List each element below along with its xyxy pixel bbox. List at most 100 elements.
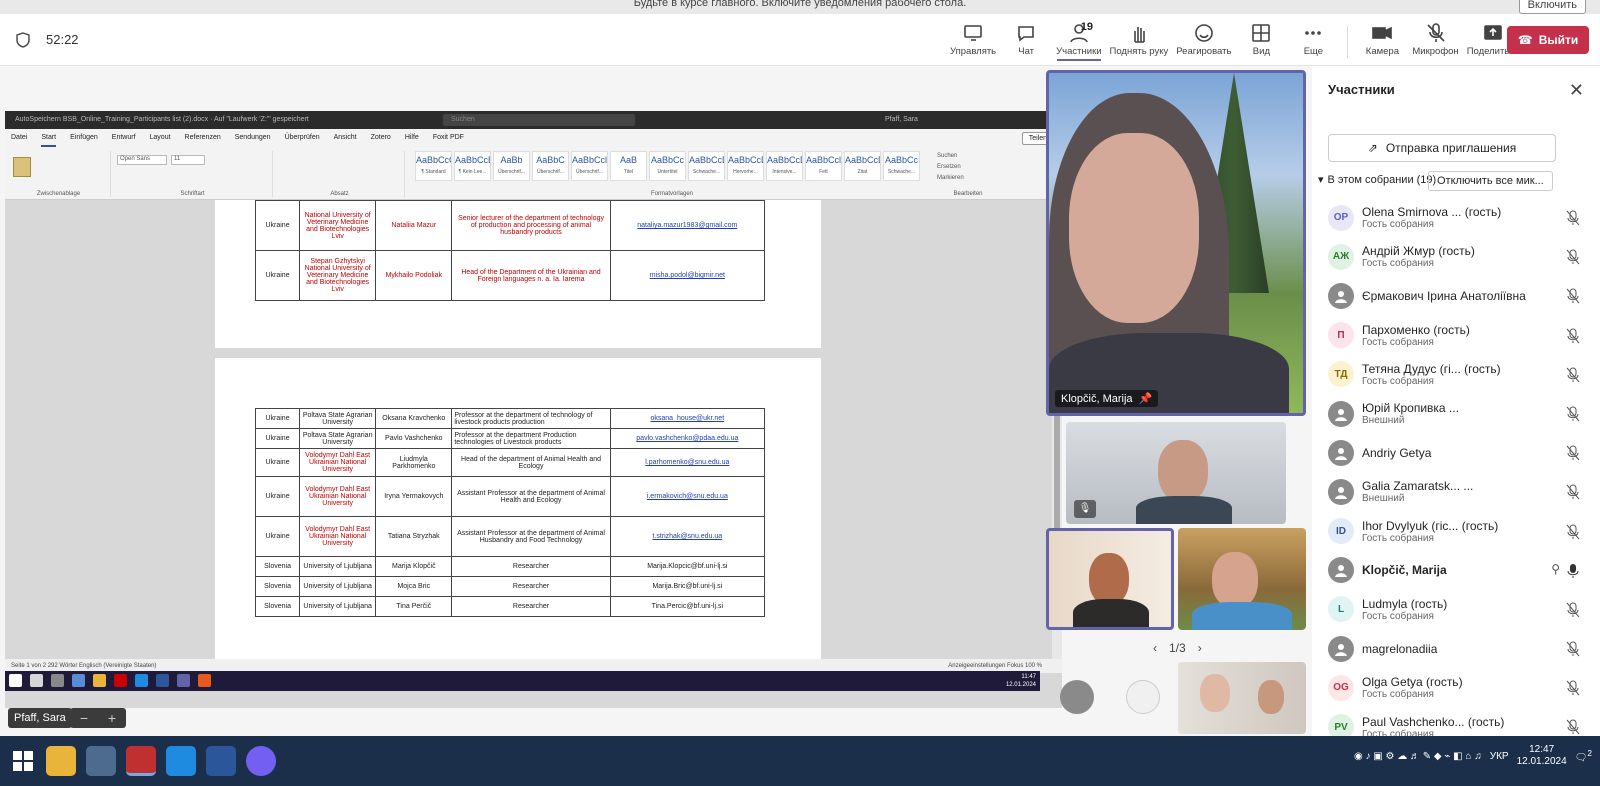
word-menu-4[interactable]: Layout <box>150 129 171 147</box>
participant-row[interactable]: Galia Zamaratsk... ... Внешний <box>1312 472 1600 511</box>
word-menu-6[interactable]: Sendungen <box>235 129 271 147</box>
word-search-box[interactable]: Suchen <box>443 114 635 126</box>
meeting-section-header[interactable]: ▾ В этом собрании (19) <box>1318 173 1436 187</box>
table-cell: University of Ljubljana <box>299 596 377 617</box>
viber-icon[interactable] <box>246 746 276 776</box>
camera-button[interactable]: Камера <box>1360 22 1404 62</box>
clock[interactable]: 12:47 12.01.2024 <box>1517 744 1567 768</box>
more-button[interactable]: Еще <box>1291 22 1335 62</box>
participant-row[interactable]: L Ludmyla (гость) Гость собрания <box>1312 590 1600 629</box>
word-menu-1[interactable]: Start <box>41 129 57 147</box>
table-cell: Ukraine <box>254 408 301 429</box>
video-tile-5[interactable] <box>1178 662 1306 734</box>
notification-icon[interactable]: 🗨2 <box>1575 748 1592 763</box>
video-tile-klopcic[interactable]: Klopčič, Marija 📌 <box>1046 70 1306 416</box>
next-page-icon[interactable]: › <box>1198 641 1202 655</box>
participant-row[interactable]: Andriy Getya <box>1312 433 1600 472</box>
font-size-box[interactable]: 11 <box>171 155 205 165</box>
table-cell: Researcher <box>451 576 611 597</box>
participant-row[interactable]: Klopčič, Marija ⚲ <box>1312 551 1600 590</box>
font-name-box[interactable]: Open Sans <box>117 155 167 165</box>
windows-start-icon[interactable] <box>8 746 38 776</box>
email-link[interactable]: misha.podol@bigmir.net <box>609 250 766 301</box>
file-explorer-icon[interactable] <box>46 746 76 776</box>
react-button[interactable]: Реагировать <box>1176 22 1231 62</box>
video-tile-3[interactable] <box>1046 528 1174 630</box>
paste-icon <box>13 157 31 177</box>
tray-icons[interactable]: ◉ ♪ ▣ ⚙ ☁ ♬ ✎ ◆ ⌁ ◧ ⌂ ♫ <box>1354 751 1482 762</box>
participant-name: Klopčič, Marija <box>1362 563 1447 578</box>
replace-button[interactable]: Ersetzen <box>937 162 1003 173</box>
word-menu-5[interactable]: Referenzen <box>185 129 221 147</box>
chat-button[interactable]: Чат <box>1004 22 1048 62</box>
word-menu-11[interactable]: Foxit PDF <box>433 129 464 147</box>
table-cell: Slovenia <box>254 576 301 597</box>
language-indicator[interactable]: УКР <box>1490 751 1509 762</box>
calculator-icon[interactable] <box>86 746 116 776</box>
email-link[interactable]: Tina.Percic@bf.uni-lj.si <box>609 596 766 617</box>
email-link[interactable]: Marija.Klopcic@bf.uni-lj.si <box>609 556 766 577</box>
email-link[interactable]: t.strizhak@snu.edu.ua <box>609 516 766 557</box>
table-row: Ukraine Volodymyr Dahl East Ukrainian Nat… <box>254 448 766 477</box>
word-menu-8[interactable]: Ansicht <box>334 129 357 147</box>
participant-row[interactable]: Юрій Кропивка ... Внешний <box>1312 394 1600 433</box>
avatar-person-icon <box>1328 635 1354 662</box>
word-menu-2[interactable]: Einfügen <box>70 129 98 147</box>
participant-row[interactable]: magrelonadiia <box>1312 629 1600 668</box>
mute-all-button[interactable]: Отключить все мик... <box>1428 171 1553 191</box>
word-menu-3[interactable]: Entwurf <box>112 129 136 147</box>
video-tile-4[interactable] <box>1178 528 1306 630</box>
participant-row[interactable]: АЖ Андрій Жмур (гость) Гость собрания <box>1312 237 1600 276</box>
participant-row[interactable]: П Пархоменко (гость) Гость собрания <box>1312 316 1600 355</box>
chat-label: Чат <box>1018 46 1035 57</box>
participant-row[interactable]: ID Ihor Dvylyuk (гіс... (гость) Гость собр… <box>1312 512 1600 551</box>
participant-name: Olena Smirnova ... (гость) <box>1362 205 1502 220</box>
participant-avatar-icon <box>1060 680 1094 714</box>
raise-button[interactable]: Поднять руку <box>1110 22 1168 62</box>
zoom-in-icon[interactable]: + <box>108 710 116 726</box>
meeting-toolbar: Управлять Чат 19 Участники Поднять руку Реаги… <box>950 21 1527 62</box>
close-icon[interactable]: ✕ <box>1569 80 1584 101</box>
share-tray-button[interactable]: Управлять <box>950 22 996 62</box>
table-cell: Marija Klopčič <box>375 556 453 577</box>
participant-row[interactable]: OG Olga Getya (гость) Гость собрания <box>1312 668 1600 707</box>
word-menu-7[interactable]: Überprüfen <box>285 129 320 147</box>
participant-row[interactable]: ТД Тетяна Дудус (гі... (гость) Гость собра… <box>1312 355 1600 394</box>
word-menu-0[interactable]: Datei <box>11 129 27 147</box>
enable-notifications-button[interactable]: Включить <box>1518 0 1586 14</box>
participant-row[interactable]: OP Olena Smirnova ... (гость) Гость собран… <box>1312 198 1600 237</box>
find-button[interactable]: Suchen <box>937 151 1003 162</box>
word-menu-10[interactable]: Hilfe <box>405 129 419 147</box>
email-link[interactable]: l.parhomenko@snu.edu.ua <box>609 448 766 477</box>
table-cell: Volodymyr Dahl East Ukrainian National U… <box>299 516 377 557</box>
participant-role: Гость собрания <box>1362 375 1434 387</box>
email-link[interactable]: pavlo.vashchenko@pdaa.edu.ua <box>609 428 766 449</box>
windows-start-icon <box>9 674 22 687</box>
pin-icon[interactable]: ⚲ <box>1551 562 1560 576</box>
avatar-person-icon <box>1328 400 1354 427</box>
avatar-person-icon <box>1328 478 1354 505</box>
zoom-controls[interactable]: − + <box>70 708 126 728</box>
word-icon[interactable] <box>206 746 236 776</box>
video-tile-2[interactable]: 🎙 <box>1066 422 1286 524</box>
prev-page-icon[interactable]: ‹ <box>1153 641 1157 655</box>
edge-icon[interactable] <box>166 746 196 776</box>
people-button[interactable]: 19 Участники <box>1056 21 1101 62</box>
leave-button[interactable]: ☎ Выйти <box>1507 26 1589 54</box>
email-link[interactable]: nataliya.mazur1983@gmail.com <box>609 200 766 251</box>
chrome-icon[interactable] <box>126 746 156 776</box>
more-participants-icon[interactable] <box>1126 680 1160 714</box>
view-button[interactable]: Вид <box>1239 22 1283 62</box>
table-cell: Researcher <box>451 556 611 577</box>
zoom-out-icon[interactable]: − <box>80 710 88 726</box>
send-invite-button[interactable]: ⇗ Отправка приглашения <box>1328 134 1556 162</box>
mic-button[interactable]: Микрофон <box>1412 22 1459 62</box>
participant-row[interactable]: Єрмакович Ірина Анатоліївна <box>1312 276 1600 315</box>
email-link[interactable]: oksana_house@ukr.net <box>609 408 766 429</box>
table-cell: Oksana Kravchenko <box>375 408 453 429</box>
meeting-timer: 52:22 <box>46 32 79 47</box>
email-link[interactable]: Marija.Bric@bf.uni-lj.si <box>609 576 766 597</box>
select-button[interactable]: Markieren <box>937 173 1003 184</box>
word-menu-9[interactable]: Zotero <box>371 129 391 147</box>
email-link[interactable]: i.ermakovich@snu.edu.ua <box>609 476 766 517</box>
